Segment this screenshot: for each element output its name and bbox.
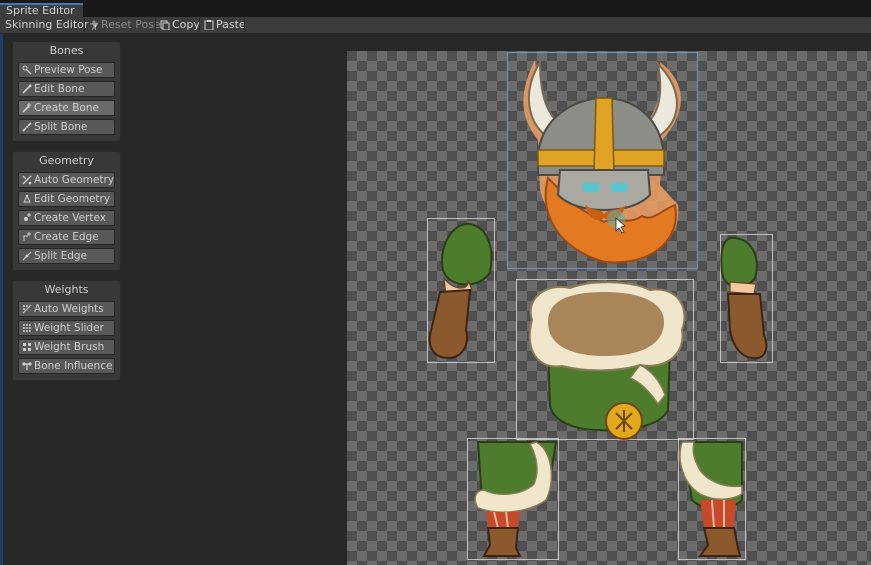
left-arm-sprite: [428, 222, 493, 360]
right-arm-sprite: [720, 236, 768, 360]
torso-sprite: [528, 281, 686, 440]
viking-head-sprite: [523, 58, 681, 264]
sprite-layer: [427, 51, 773, 560]
right-leg-sprite: [679, 441, 743, 557]
left-leg-sprite: [474, 441, 558, 557]
